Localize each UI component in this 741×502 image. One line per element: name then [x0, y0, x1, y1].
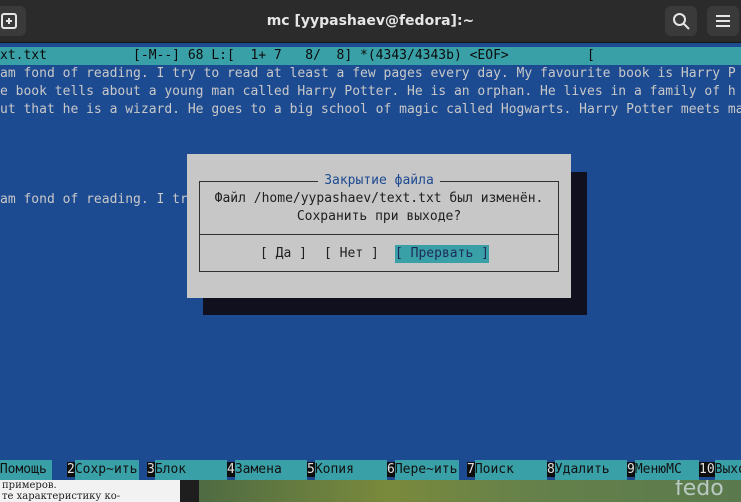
fkey-number: 6: [387, 462, 395, 477]
fkey-number: 8: [547, 462, 555, 477]
doc-text-line: примеров.: [2, 480, 57, 491]
fkey-search[interactable]: 7Поиск: [467, 460, 547, 480]
dialog-separator: [200, 234, 558, 235]
dialog-message-line2: Сохранить при выходе?: [296, 209, 462, 224]
fkey-number: 5: [307, 462, 315, 477]
fkey-help[interactable]: 1Помощь: [0, 460, 52, 480]
dialog-title-text: Закрытие файла: [318, 173, 440, 188]
fkey-number: 2: [67, 462, 75, 477]
hamburger-menu-icon: [716, 15, 730, 27]
editor-line[interactable]: am fond of reading. I tr: [0, 191, 188, 209]
fkey-block[interactable]: 3Блок: [147, 460, 227, 480]
fkey-label: Пере~ить: [394, 460, 459, 480]
fkey-number: 9: [627, 462, 635, 477]
yes-button[interactable]: [ Да ]: [260, 245, 307, 263]
window-title: mc [yypashaev@fedora]:~: [266, 13, 475, 29]
fkey-label: Сохр~ить: [74, 460, 139, 480]
editor-status-line: xt.txt [-M--] 68 L:[ 1+ 7 8/ 8] *(4343/4…: [0, 47, 741, 65]
fkey-number: 7: [467, 462, 475, 477]
fkey-label: Поиск: [474, 460, 547, 480]
dialog-message-line1: Файл /home/yypashaev/text.txt был изменё…: [214, 191, 544, 206]
fkey-number: 3: [147, 462, 155, 477]
fkey-label: Удалить: [554, 460, 627, 480]
doc-text-line: те характеристику ко-: [2, 491, 121, 502]
background-document: примеров. те характеристику ко-: [0, 480, 180, 502]
fkey-copy[interactable]: 5Копия: [307, 460, 387, 480]
fkey-save[interactable]: 2Сохр~ить: [67, 460, 139, 480]
editor-line[interactable]: am fond of reading. I try to read at lea…: [0, 65, 736, 83]
fkey-label: МенюMC: [634, 460, 699, 480]
fkey-label: Замена: [234, 460, 307, 480]
window-titlebar: mc [yypashaev@fedora]:~: [0, 0, 741, 43]
no-button[interactable]: [ Нет ]: [324, 245, 379, 263]
fkey-label: Выход: [714, 460, 741, 480]
terminal-area[interactable]: xt.txt [-M--] 68 L:[ 1+ 7 8/ 8] *(4343/4…: [0, 43, 741, 480]
dialog-title: Закрытие файла: [187, 172, 571, 190]
main-menu-button[interactable]: [707, 6, 739, 36]
desktop-background: примеров. те характеристику ко- fedo: [0, 480, 741, 502]
fkey-number: 4: [227, 462, 235, 477]
fedora-logo-text: fedo: [675, 480, 724, 501]
fkey-label: Помощь: [0, 460, 52, 480]
fkey-delete[interactable]: 8Удалить: [547, 460, 627, 480]
fkey-label: Блок: [154, 460, 227, 480]
wallpaper: fedo: [199, 480, 741, 502]
close-file-dialog: Закрытие файла Файл /home/yypashaev/text…: [187, 154, 571, 298]
search-icon: [673, 13, 690, 30]
fkey-label: Копия: [314, 460, 387, 480]
editor-line[interactable]: ut that he is a wizard. He goes to a big…: [0, 101, 741, 119]
editor-line[interactable]: e book tells about a young man called Ha…: [0, 83, 736, 101]
cancel-button[interactable]: [ Прервать ]: [395, 245, 489, 263]
fkey-number: 10: [699, 462, 715, 477]
function-key-bar: 1Помощь 2Сохр~ить 3Блок 4Замена 5Копия 6…: [0, 460, 741, 480]
fkey-move[interactable]: 6Пере~ить: [387, 460, 459, 480]
search-button[interactable]: [665, 6, 697, 36]
fkey-quit[interactable]: 10Выход: [699, 460, 741, 480]
fkey-menu[interactable]: 9МенюMC: [627, 460, 699, 480]
fkey-replace[interactable]: 4Замена: [227, 460, 307, 480]
